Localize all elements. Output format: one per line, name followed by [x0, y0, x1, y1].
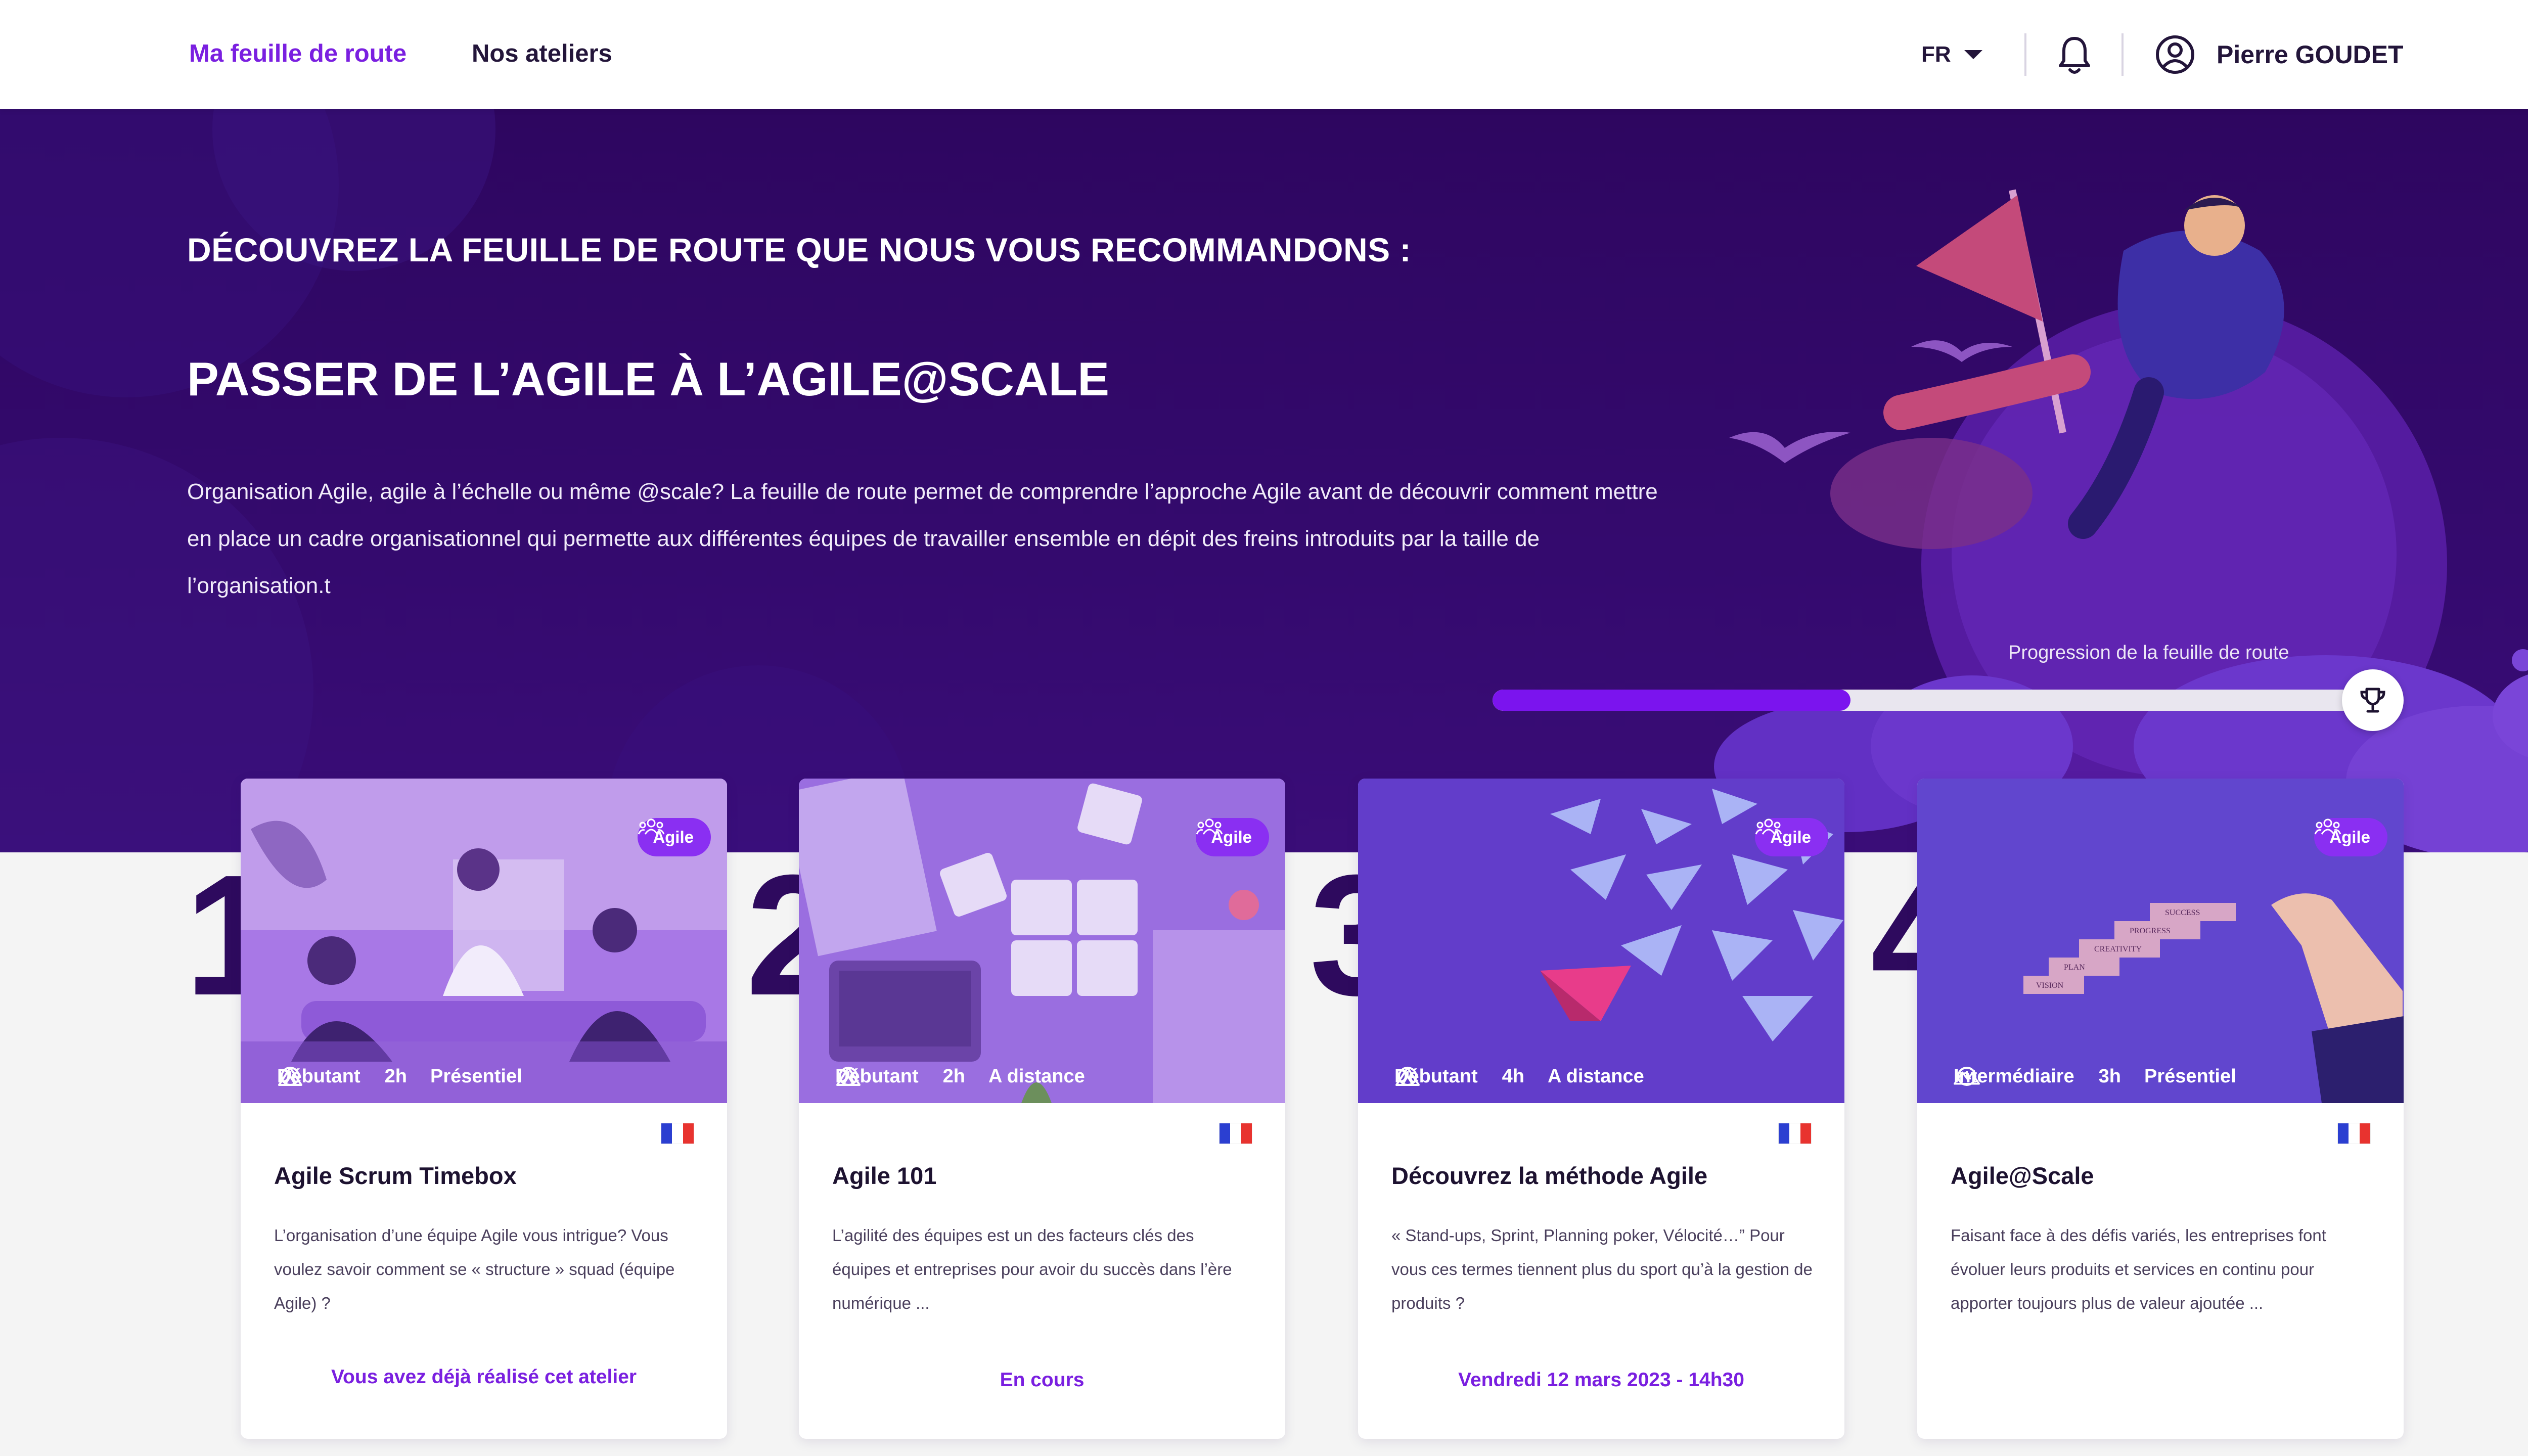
- team-icon: [1196, 818, 1223, 835]
- workshop-card[interactable]: Agile Débutant 2h A distance Agile 101 L…: [799, 779, 1285, 1439]
- french-flag-icon: [661, 1123, 694, 1144]
- stair-word: VISION: [2036, 981, 2064, 990]
- progress-fill: [1493, 690, 1850, 711]
- workshop-title: Agile@Scale: [1951, 1162, 2094, 1189]
- workshop-description: L’agilité des équipes est un des facteur…: [832, 1226, 1232, 1312]
- workshop-status: Vous avez déjà réalisé cet atelier: [331, 1366, 637, 1388]
- team-icon: [1755, 818, 1782, 835]
- stair-word: SUCCESS: [2165, 908, 2200, 917]
- workshop-title: Découvrez la méthode Agile: [1391, 1162, 1708, 1189]
- french-flag-icon: [2338, 1123, 2370, 1144]
- user-avatar-icon: [2156, 35, 2194, 74]
- nav-divider: [2121, 33, 2124, 76]
- stair-word: PROGRESS: [2130, 927, 2171, 935]
- category-tag: Agile: [1755, 818, 1828, 856]
- top-navigation: Ma feuille de route Nos ateliers FR Pier…: [0, 0, 2528, 109]
- workshop-status: Vendredi 12 mars 2023 - 14h30: [1458, 1369, 1744, 1391]
- workshop-card[interactable]: Agile Débutant 4h A distance Découvrez l…: [1358, 779, 1844, 1439]
- stair-word: PLAN: [2064, 963, 2085, 972]
- hero-banner: DÉCOUVREZ LA FEUILLE DE ROUTE QUE NOUS V…: [0, 109, 2528, 852]
- progress-label: Progression de la feuille de route: [2008, 642, 2289, 663]
- workshop-image: Agile Débutant 2h Présentiel: [241, 779, 727, 1103]
- stair-word: CREATIVITY: [2094, 945, 2142, 953]
- workshop-title: Agile 101: [832, 1162, 937, 1189]
- workshop-meta: Débutant 4h A distance: [1394, 1066, 1644, 1087]
- mode-label: A distance: [1548, 1066, 1644, 1087]
- trophy-badge: [2342, 669, 2404, 731]
- workshop-image: SUCCESS PROGRESS CREATIVITY PLAN VISION Agil…: [1917, 779, 2404, 1103]
- nav-link-nos-ateliers[interactable]: Nos ateliers: [472, 36, 612, 71]
- french-flag-icon: [1779, 1123, 1811, 1144]
- clock-icon: [1398, 1067, 1417, 1086]
- clock-icon: [839, 1067, 858, 1086]
- nav-divider: [2024, 33, 2026, 76]
- trophy-icon: [2360, 688, 2385, 713]
- language-selector[interactable]: FR: [1921, 38, 1984, 71]
- nav-link-ma-feuille-de-route[interactable]: Ma feuille de route: [189, 36, 407, 71]
- workshop-status: En cours: [1000, 1369, 1085, 1391]
- team-icon: [638, 818, 665, 835]
- mode-label: A distance: [988, 1066, 1085, 1087]
- bell-icon[interactable]: [2056, 33, 2093, 76]
- duration-label: 4h: [1502, 1066, 1525, 1087]
- workshop-description: Faisant face à des défis variés, les ent…: [1951, 1226, 2326, 1312]
- language-label: FR: [1921, 42, 1951, 67]
- workshop-description: L’organisation d’une équipe Agile vous i…: [274, 1226, 675, 1312]
- mode-label: Présentiel: [2144, 1066, 2236, 1087]
- mode-label: Présentiel: [430, 1066, 522, 1087]
- workshop-image: Agile Débutant 2h A distance: [799, 779, 1285, 1103]
- roadmap-description: Organisation Agile, agile à l’échelle ou…: [187, 479, 1658, 598]
- clock-icon: [281, 1067, 300, 1086]
- workshop-meta: Débutant 2h Présentiel: [277, 1066, 522, 1087]
- user-profile-menu[interactable]: Pierre GOUDET: [2155, 33, 2404, 76]
- category-tag: Agile: [638, 818, 711, 856]
- duration-label: 2h: [384, 1066, 408, 1087]
- workshop-image: Agile Débutant 4h A distance: [1358, 779, 1844, 1103]
- workshop-description: « Stand-ups, Sprint, Planning poker, Vél…: [1391, 1226, 1813, 1312]
- team-icon: [2314, 818, 2341, 835]
- roadmap-title: PASSER DE L’AGILE À L’AGILE@SCALE: [187, 352, 1109, 405]
- category-tag: Agile: [2314, 818, 2387, 856]
- workshop-card[interactable]: Agile Débutant 2h Présentiel Agile Scrum…: [241, 779, 727, 1439]
- roadmap-progress-bar: [1493, 690, 2387, 711]
- duration-label: 3h: [2098, 1066, 2121, 1087]
- chevron-down-icon: [1964, 50, 1982, 59]
- hero-kicker: DÉCOUVREZ LA FEUILLE DE ROUTE QUE NOUS V…: [187, 231, 1411, 268]
- workshop-card[interactable]: SUCCESS PROGRESS CREATIVITY PLAN VISION Agil…: [1917, 779, 2404, 1439]
- workshop-meta: Intermédiaire 3h Présentiel: [1954, 1066, 2236, 1087]
- workshop-meta: Débutant 2h A distance: [835, 1066, 1085, 1087]
- user-name: Pierre GOUDET: [2217, 40, 2404, 69]
- french-flag-icon: [1220, 1123, 1252, 1144]
- workshop-title: Agile Scrum Timebox: [274, 1162, 517, 1189]
- duration-label: 2h: [942, 1066, 966, 1087]
- clock-icon: [1957, 1067, 1976, 1086]
- category-tag: Agile: [1196, 818, 1269, 856]
